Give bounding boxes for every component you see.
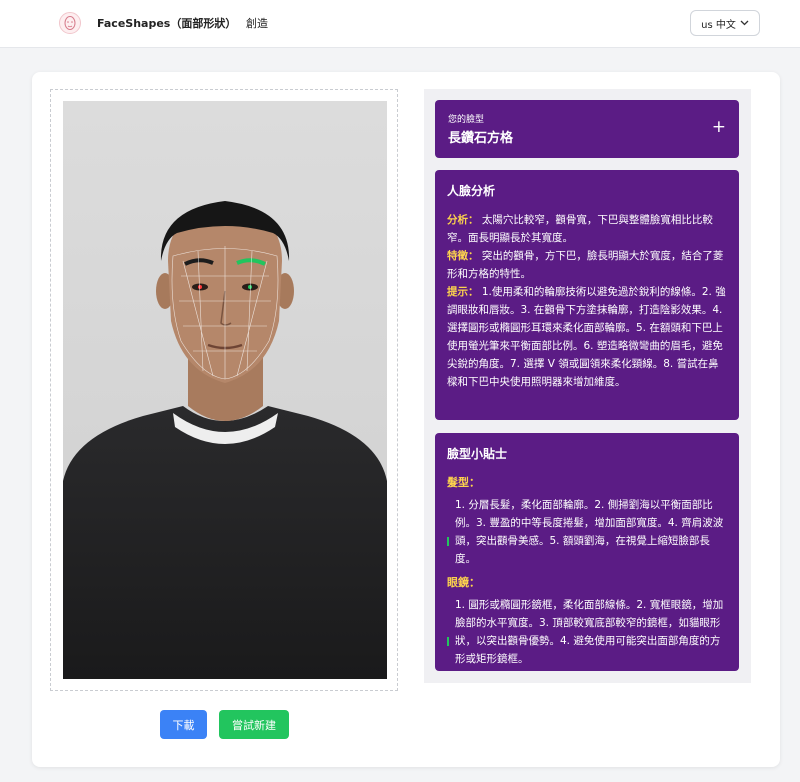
hair-tips: 1. 分層長髮，柔化面部輪廓。2. 側掃劉海以平衡面部比例。3. 豐盈的中等長度… xyxy=(447,496,727,568)
tips-text: 1.使用柔和的輪廓技術以避免過於銳利的線條。2. 強調眼妝和唇妝。3. 在顴骨下… xyxy=(447,286,726,388)
tips-key: 提示： xyxy=(447,286,479,298)
glasses-marker xyxy=(447,637,449,646)
face-logo-icon[interactable] xyxy=(59,12,81,34)
glasses-tips: 1. 圓形或橢圓形鏡框，柔化面部線條。2. 寬框眼鏡，增加臉部的水平寬度。3. … xyxy=(447,596,727,668)
expand-plus-icon[interactable]: + xyxy=(712,117,726,137)
language-selector[interactable]: us 中文 xyxy=(690,10,760,36)
glasses-title: 眼鏡： xyxy=(447,576,480,589)
download-button[interactable]: 下載 xyxy=(160,710,207,739)
chevron-down-icon xyxy=(740,18,749,29)
face-tips-section: 臉型小貼士 髮型： 1. 分層長髮，柔化面部輪廓。2. 側掃劉海以平衡面部比例。… xyxy=(435,433,739,671)
top-navbar: FaceShapes（面部形狀） 創造 us 中文 xyxy=(0,0,800,48)
hair-text: 1. 分層長髮，柔化面部輪廓。2. 側掃劉海以平衡面部比例。3. 豐盈的中等長度… xyxy=(455,499,724,565)
hair-marker xyxy=(447,537,449,546)
features-paragraph: 特徵： 突出的顴骨，方下巴，臉長明顯大於寬度，結合了菱形和方格的特性。 xyxy=(447,247,727,283)
analysis-key: 分析： xyxy=(447,214,479,226)
face-photo xyxy=(63,101,387,679)
analysis-text: 太陽穴比較窄，顴骨寬，下巴與整體臉寬相比比較窄。面長明顯長於其寬度。 xyxy=(447,214,713,244)
features-key: 特徵： xyxy=(447,250,479,262)
features-text: 突出的顴骨，方下巴，臉長明顯大於寬度，結合了菱形和方格的特性。 xyxy=(447,250,724,280)
analysis-title: 人臉分析 xyxy=(447,184,496,198)
nav-create-link[interactable]: 創造 xyxy=(246,15,268,31)
hair-title: 髮型： xyxy=(447,476,480,489)
face-shape-result[interactable]: 您的臉型 長鑽石方格 + xyxy=(435,100,739,158)
tips-title: 臉型小貼士 xyxy=(447,447,508,461)
analysis-paragraph: 分析： 太陽穴比較窄，顴骨寬，下巴與整體臉寬相比比較窄。面長明顯長於其寬度。 xyxy=(447,211,727,247)
brand-name[interactable]: FaceShapes（面部形狀） xyxy=(97,15,236,31)
glasses-text: 1. 圓形或橢圓形鏡框，柔化面部線條。2. 寬框眼鏡，增加臉部的水平寬度。3. … xyxy=(455,599,724,665)
tips-paragraph: 提示： 1.使用柔和的輪廓技術以避免過於銳利的線條。2. 強調眼妝和唇妝。3. … xyxy=(447,283,727,391)
face-shape-name: 長鑽石方格 xyxy=(448,131,514,146)
face-analysis-section: 人臉分析 分析： 太陽穴比較窄，顴骨寬，下巴與整體臉寬相比比較窄。面長明顯長於其… xyxy=(435,170,739,420)
face-shape-label: 您的臉型 xyxy=(448,115,485,125)
try-new-button[interactable]: 嘗試新建 xyxy=(219,710,289,739)
language-label: us 中文 xyxy=(701,19,736,31)
